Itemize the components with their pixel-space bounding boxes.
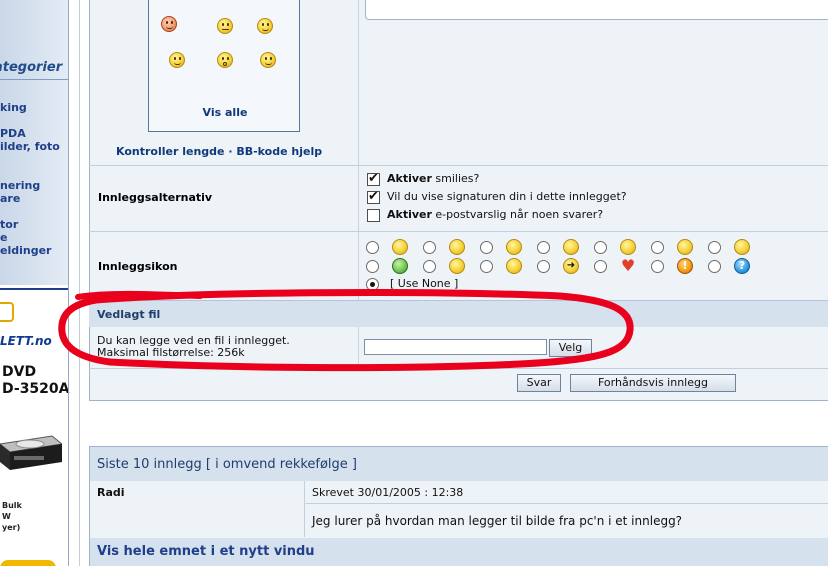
browse-button[interactable]: Velg bbox=[549, 339, 592, 357]
cool-icon bbox=[506, 258, 522, 274]
email-notify-label: Aktiver e-postvarslig når noen svarer? bbox=[387, 208, 604, 221]
post-timestamp: Skrevet 30/01/2005 : 12:38 bbox=[312, 486, 464, 499]
ad-decoration bbox=[0, 302, 14, 322]
biggrin-icon bbox=[677, 239, 693, 255]
ad-logo: LETT.no bbox=[0, 334, 52, 348]
post-icon-radio[interactable] bbox=[594, 260, 607, 273]
ad-product-name: DVD D-3520A bbox=[2, 364, 70, 398]
surprised-icon bbox=[620, 239, 636, 255]
left-sidebar: ategorier king PDA ilder, foto nering ar… bbox=[0, 0, 80, 566]
heart-icon: ♥ bbox=[620, 256, 636, 275]
arrow-icon: ➜ bbox=[563, 258, 579, 274]
mad-icon bbox=[734, 239, 750, 255]
post-icon-radio[interactable] bbox=[366, 260, 379, 273]
view-topic-footer: Vis hele emnet i et nytt vindu bbox=[90, 538, 828, 566]
post-author: Radi bbox=[97, 486, 125, 499]
attachment-header-title: Vedlagt fil bbox=[97, 308, 161, 321]
smiley-icon[interactable] bbox=[257, 18, 273, 34]
smilies-panel: Vis alle bbox=[148, 0, 300, 132]
attachment-max-size: Maksimal filstørrelse: 256k bbox=[97, 346, 245, 359]
dvd-drive-image bbox=[0, 435, 62, 470]
show-signature-checkbox[interactable] bbox=[367, 189, 380, 204]
post-icon-radio[interactable] bbox=[480, 260, 493, 273]
sidebar-border bbox=[79, 0, 80, 566]
post-icon-radio[interactable] bbox=[651, 260, 664, 273]
post-icon-radio[interactable] bbox=[708, 260, 721, 273]
use-none-label: [ Use None ] bbox=[390, 277, 459, 290]
ad-detail-line: yer) bbox=[2, 523, 21, 532]
category-divider bbox=[0, 79, 68, 80]
smiley-icon[interactable] bbox=[169, 52, 185, 68]
post-icon-radio[interactable] bbox=[594, 241, 607, 254]
category-title: ategorier bbox=[0, 60, 63, 75]
ad-details: Bulk W yer) bbox=[2, 500, 22, 533]
show-all-smilies-link[interactable]: Vis alle bbox=[149, 106, 301, 119]
recent-posts-header: Siste 10 innlegg [ i omvend rekkefølge ] bbox=[90, 447, 828, 481]
post-icon-radio[interactable] bbox=[366, 241, 379, 254]
post-options-row: Innleggsalternativ Aktiver smilies? Vil … bbox=[89, 166, 828, 231]
sidebar-link[interactable]: nering bbox=[0, 179, 40, 192]
smiley-icon[interactable] bbox=[260, 52, 276, 68]
smile-icon bbox=[392, 239, 408, 255]
enable-smilies-checkbox[interactable] bbox=[367, 171, 380, 186]
sidebar-link[interactable]: king bbox=[0, 101, 27, 114]
sick-icon bbox=[392, 258, 408, 274]
preview-post-button[interactable]: Forhåndsvis innlegg bbox=[570, 374, 736, 392]
attachment-description: Du kan legge ved en fil i innlegget. Mak… bbox=[97, 335, 290, 359]
question-icon: ? bbox=[734, 258, 750, 274]
smiley-icon[interactable] bbox=[217, 18, 233, 34]
bbcode-help-links[interactable]: Kontroller lengde · BB-kode hjelp bbox=[116, 145, 322, 158]
ad-product-line: D-3520A bbox=[2, 381, 70, 397]
message-textarea[interactable] bbox=[365, 0, 828, 20]
post-icon-radio[interactable] bbox=[708, 241, 721, 254]
post-icon-label: Innleggsikon bbox=[98, 260, 178, 273]
file-path-input[interactable] bbox=[364, 339, 547, 355]
post-icon-radio[interactable] bbox=[423, 260, 436, 273]
sidebar-link[interactable]: eldinger bbox=[0, 244, 51, 257]
ad-price-badge bbox=[0, 560, 56, 566]
sidebar-link[interactable]: PDA bbox=[0, 127, 26, 140]
confused-icon bbox=[449, 239, 465, 255]
message-cell bbox=[358, 0, 828, 165]
post-divider bbox=[306, 503, 828, 504]
sidebar-link[interactable]: ilder, foto bbox=[0, 140, 60, 153]
submit-reply-button[interactable]: Svar bbox=[517, 374, 561, 392]
ad-detail-line: W bbox=[2, 512, 11, 521]
post-icon-radio[interactable] bbox=[651, 241, 664, 254]
no-post-icon-radio[interactable] bbox=[366, 278, 379, 291]
ad-detail-line: Bulk bbox=[2, 501, 22, 510]
smiley-icon[interactable] bbox=[161, 16, 177, 32]
sidebar-link[interactable]: tor bbox=[0, 218, 18, 231]
post-options-label: Innleggsalternativ bbox=[98, 191, 213, 204]
exclamation-icon: ! bbox=[677, 258, 693, 274]
sidebar-border bbox=[68, 0, 69, 566]
post-icon-radio[interactable] bbox=[423, 241, 436, 254]
tongue-icon bbox=[449, 258, 465, 274]
view-full-topic-link[interactable]: Vis hele emnet i et nytt vindu bbox=[97, 544, 315, 559]
wink-icon bbox=[506, 239, 522, 255]
post-icon-radio[interactable] bbox=[480, 241, 493, 254]
sidebar-ad-banner[interactable]: LETT.no DVD D-3520A Bulk W yer) bbox=[0, 288, 70, 566]
attachment-header: Vedlagt fil bbox=[89, 300, 828, 327]
post-icon-row: Innleggsikon ➜ ♥ ! ? [ Use None ] bbox=[89, 232, 828, 300]
post-icon-radio[interactable] bbox=[537, 260, 550, 273]
email-notify-checkbox[interactable] bbox=[367, 209, 380, 222]
show-signature-label: Vil du vise signaturen din i dette innle… bbox=[387, 190, 627, 203]
post-icon-radio[interactable] bbox=[537, 241, 550, 254]
sidebar-link[interactable]: are bbox=[0, 192, 20, 205]
grin-icon bbox=[563, 239, 579, 255]
recent-posts-title: Siste 10 innlegg [ i omvend rekkefølge ] bbox=[97, 457, 357, 472]
message-row: Vis alle Kontroller lengde · BB-kode hje… bbox=[89, 0, 828, 165]
recent-posts-panel: Siste 10 innlegg [ i omvend rekkefølge ]… bbox=[89, 446, 828, 566]
enable-smilies-label: Aktiver smilies? bbox=[387, 172, 480, 185]
post-body: Jeg lurer på hvordan man legger til bild… bbox=[312, 514, 683, 528]
sidebar-link[interactable]: e bbox=[0, 231, 7, 244]
ad-product-line: DVD bbox=[2, 364, 37, 380]
smiley-icon[interactable] bbox=[217, 52, 233, 68]
